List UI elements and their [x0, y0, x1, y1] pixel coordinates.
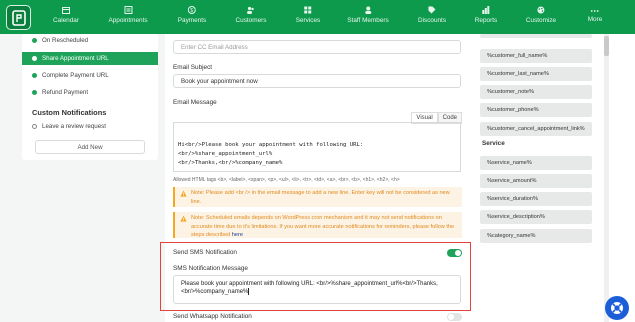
custom-notifications-title: Custom Notifications [32, 108, 107, 117]
nav-label: Appointments [108, 17, 148, 24]
placeholder-chip[interactable]: %customer_last_name% [480, 67, 592, 81]
placeholder-scrollbar[interactable] [604, 34, 609, 322]
placeholder-chip[interactable]: %customer_full_name% [480, 49, 592, 63]
placeholder-chip[interactable]: %service_duration% [480, 192, 592, 206]
email-message-line: <br/>Thanks,<br/>%company_name% [178, 160, 283, 166]
placeholder-chip[interactable]: %service_name% [480, 156, 592, 170]
status-ring-icon [32, 124, 37, 129]
placeholder-chip[interactable]: %service_description% [480, 210, 592, 224]
nav-customers[interactable]: Customers [235, 6, 267, 24]
sidebar-item-on-rescheduled[interactable]: On Rescheduled [22, 34, 158, 47]
nav-label: Customers [235, 17, 267, 24]
customize-icon [537, 6, 545, 14]
nav-label: Discounts [417, 17, 447, 24]
cron-notice: Note: Scheduled emails depends on WordPr… [173, 212, 462, 238]
sidebar-item-label: On Rescheduled [42, 37, 89, 44]
sidebar-item-label: Share Appointment URL [42, 55, 109, 62]
nav-discounts[interactable]: Discounts [418, 6, 446, 24]
discounts-icon [428, 6, 436, 14]
status-dot-icon [32, 38, 37, 43]
line-break-notice: Note: Please add <br /> in the email mes… [173, 187, 462, 207]
nav-label: Payments [177, 17, 207, 24]
placeholder-chip[interactable]: %customer_phone% [480, 103, 592, 117]
lifebuoy-icon [611, 302, 623, 314]
warning-icon [180, 215, 187, 222]
top-navigation: Calendar Appointments $ Payments Custome… [0, 0, 635, 34]
service-section-title: Service [482, 140, 505, 147]
sms-message-label: SMS Notification Message [173, 265, 248, 272]
nav-more[interactable]: More [587, 9, 603, 23]
whatsapp-toggle-label: Send Whatsapp Notification [173, 313, 252, 320]
nav-services[interactable]: Services [295, 6, 321, 24]
status-dot-icon [32, 90, 37, 95]
nav-label: Reports [474, 17, 498, 24]
status-dot-icon [32, 56, 37, 61]
toggle-knob [448, 314, 454, 320]
sms-toggle[interactable] [447, 249, 462, 257]
email-subject-input[interactable]: Book your appointment now [173, 74, 461, 88]
placeholder-chip[interactable]: %customer_note% [480, 85, 592, 99]
logo-icon [11, 9, 26, 26]
nav-customize[interactable]: Customize [526, 6, 556, 24]
email-subject-label: Email Subject [173, 64, 213, 71]
whatsapp-toggle[interactable] [447, 313, 462, 321]
cc-email-input[interactable]: Enter CC Email Address [173, 40, 461, 54]
placeholder-chip[interactable]: %category_name% [480, 229, 592, 243]
sidebar-item-complete-payment-url[interactable]: Complete Payment URL [22, 69, 158, 82]
toggle-knob [455, 250, 461, 256]
app-logo[interactable] [6, 5, 31, 30]
nav-calendar[interactable]: Calendar [53, 6, 79, 24]
placeholder-chip-partial[interactable] [480, 34, 592, 38]
status-dot-icon [32, 73, 37, 78]
sidebar-item-label: Refund Payment [42, 89, 89, 96]
allowed-tags-hint: Allowed HTML tags <b>, <label>, <span>, … [173, 177, 400, 183]
nav-appointments[interactable]: Appointments [108, 6, 148, 24]
help-button[interactable] [605, 296, 629, 320]
reports-icon [482, 6, 490, 14]
warning-icon [180, 190, 187, 197]
appointments-icon [123, 6, 132, 14]
nav-label: Services [295, 17, 321, 24]
nav-label: Calendar [53, 17, 79, 24]
svg-text:$: $ [191, 8, 194, 14]
sidebar-item-share-appointment-url[interactable]: Share Appointment URL [22, 52, 158, 65]
calendar-icon [62, 7, 70, 14]
text-cursor [248, 288, 250, 295]
add-new-button[interactable]: Add New [35, 140, 145, 154]
nav-reports[interactable]: Reports [475, 6, 497, 24]
more-icon [591, 10, 599, 12]
notice-text: Note: Please add <br /> in the email mes… [191, 190, 450, 205]
sms-message-textarea[interactable]: Please book your appointment with follow… [173, 275, 461, 304]
sidebar-item-leave-review[interactable]: Leave a review request [32, 123, 106, 130]
sms-toggle-label: Send SMS Notification [173, 249, 237, 256]
staff-icon [365, 6, 371, 14]
email-message-label: Email Message [173, 99, 217, 106]
email-message-editor[interactable]: Hi<br/>Please book your appointment with… [173, 122, 461, 172]
placeholder-chip[interactable]: %customer_cancel_appointment_link% [480, 122, 592, 136]
email-message-line: Hi<br/>Please book your appointment with… [178, 142, 364, 157]
notice-text: Note: Scheduled emails depends on WordPr… [191, 215, 455, 238]
customers-icon [247, 6, 255, 14]
placeholder-chip[interactable]: %service_amount% [480, 174, 592, 188]
sidebar-item-label: Leave a review request [42, 123, 106, 130]
notice-here-link[interactable]: here [232, 232, 243, 238]
nav-label: More [587, 16, 603, 23]
services-icon [304, 6, 312, 14]
sms-message-text: Please book your appointment with follow… [181, 281, 438, 296]
payments-icon: $ [187, 6, 196, 14]
sidebar-item-refund-payment[interactable]: Refund Payment [22, 86, 158, 99]
nav-payments[interactable]: $ Payments [178, 6, 206, 24]
nav-staff-members[interactable]: Staff Members [347, 6, 389, 24]
sidebar-item-label: Complete Payment URL [42, 72, 109, 79]
nav-label: Customize [525, 17, 557, 24]
placeholder-scrollbar-thumb[interactable] [604, 36, 609, 56]
nav-label: Staff Members [347, 17, 389, 24]
